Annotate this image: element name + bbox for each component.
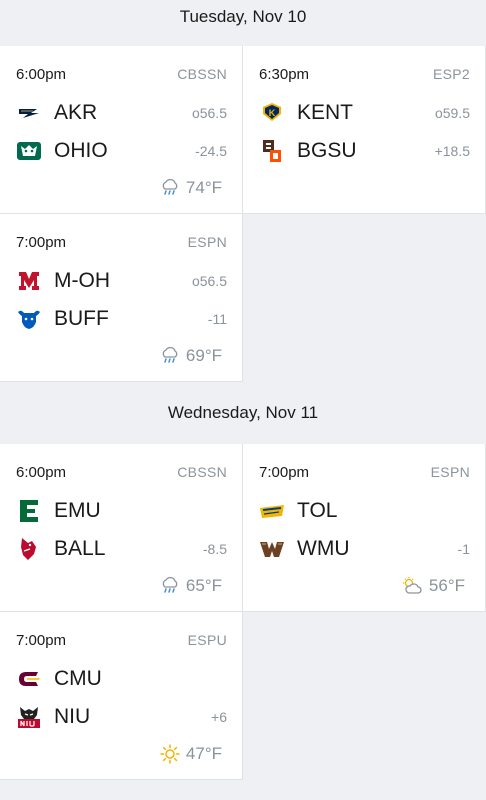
team-abbr: EMU: [54, 499, 101, 522]
kent-logo-icon: K: [259, 100, 285, 126]
svg-text:K: K: [269, 108, 276, 118]
team-abbr: TOL: [297, 499, 338, 522]
day-header-tuesday: Tuesday, Nov 10: [0, 0, 486, 46]
niu-logo-icon: [16, 704, 42, 730]
home-team-row: OHIO -24.5: [16, 137, 227, 165]
away-team-row: CMU: [16, 665, 227, 693]
weather: 74°F: [160, 178, 222, 198]
game-time: 7:00pm: [16, 234, 67, 251]
temperature: 69°F: [185, 346, 222, 365]
away-team-row: M-OH o56.5: [16, 267, 227, 295]
weather: 65°F: [160, 576, 222, 596]
ball-state-logo-icon: [16, 536, 42, 562]
home-team-row: BALL -8.5: [16, 535, 227, 563]
weather: 56°F: [401, 576, 465, 596]
betting-line: -11: [207, 311, 227, 327]
betting-line: o59.5: [434, 105, 470, 121]
weather: 47°F: [160, 744, 222, 764]
game-card[interactable]: 6:00pm CBSSN AKR o56.5 OHIO -24.5 74°F: [0, 46, 243, 214]
game-card[interactable]: 7:00pm ESPN TOL WMU -1 56°F: [243, 444, 486, 612]
game-time: 6:00pm: [16, 464, 67, 481]
rain-icon: [160, 577, 180, 595]
home-team-row: BUFF -11: [16, 305, 227, 333]
partly-cloudy-icon: [401, 576, 423, 596]
home-team-row: NIU +6: [16, 703, 227, 731]
games-grid-wednesday: 6:00pm CBSSN EMU BALL -8.5 65°F 7:00pm E…: [0, 444, 486, 780]
betting-line: o56.5: [191, 105, 227, 121]
buffalo-logo-icon: [16, 306, 42, 332]
betting-line: -8.5: [202, 541, 227, 557]
rain-icon: [160, 347, 180, 365]
tv-network: CBSSN: [177, 66, 227, 82]
ohio-logo-icon: [16, 138, 42, 164]
away-team-row: TOL: [259, 497, 470, 525]
away-team-row: EMU: [16, 497, 227, 525]
empty-slot: [243, 214, 486, 382]
team-abbr: CMU: [54, 667, 102, 690]
team-abbr: WMU: [297, 537, 350, 560]
team-abbr: M-OH: [54, 269, 110, 292]
betting-line: +18.5: [434, 143, 470, 159]
team-abbr: BALL: [54, 537, 106, 560]
betting-line: -1: [457, 541, 470, 557]
game-card[interactable]: 6:30pm ESP2 K KENT o59.5 BGSU +18.5: [243, 46, 486, 214]
game-time: 6:00pm: [16, 66, 67, 83]
cmu-logo-icon: [16, 666, 42, 692]
away-team-row: K KENT o59.5: [259, 99, 470, 127]
empty-slot: [243, 612, 486, 780]
day-header-wednesday: Wednesday, Nov 11: [0, 382, 486, 444]
weather: 69°F: [160, 346, 222, 366]
bgsu-logo-icon: [259, 138, 285, 164]
game-card[interactable]: 7:00pm ESPN M-OH o56.5 BUFF -11 69°F: [0, 214, 243, 382]
toledo-logo-icon: [259, 498, 285, 524]
game-card[interactable]: 7:00pm ESPU CMU NIU +6 47°F: [0, 612, 243, 780]
team-abbr: AKR: [54, 101, 98, 124]
temperature: 65°F: [185, 576, 222, 595]
betting-line: o56.5: [191, 273, 227, 289]
miami-ohio-logo-icon: [16, 268, 42, 294]
home-team-row: WMU -1: [259, 535, 470, 563]
betting-line: +6: [211, 709, 227, 725]
emu-logo-icon: [16, 498, 42, 524]
game-time: 7:00pm: [259, 464, 310, 481]
tv-network: ESP2: [433, 66, 470, 82]
sun-icon: [160, 744, 180, 764]
tv-network: ESPU: [187, 632, 227, 648]
tv-network: ESPN: [187, 234, 227, 250]
team-abbr: BGSU: [297, 139, 357, 162]
game-time: 7:00pm: [16, 632, 67, 649]
home-team-row: BGSU +18.5: [259, 137, 470, 165]
tv-network: ESPN: [430, 464, 470, 480]
team-abbr: KENT: [297, 101, 354, 124]
team-abbr: NIU: [54, 705, 91, 728]
akron-logo-icon: [16, 100, 42, 126]
games-grid-tuesday: 6:00pm CBSSN AKR o56.5 OHIO -24.5 74°F 6…: [0, 46, 486, 382]
temperature: 56°F: [428, 576, 465, 595]
game-card[interactable]: 6:00pm CBSSN EMU BALL -8.5 65°F: [0, 444, 243, 612]
team-abbr: BUFF: [54, 307, 109, 330]
team-abbr: OHIO: [54, 139, 108, 162]
game-time: 6:30pm: [259, 66, 310, 83]
rain-icon: [160, 179, 180, 197]
away-team-row: AKR o56.5: [16, 99, 227, 127]
wmu-logo-icon: [259, 536, 285, 562]
betting-line: -24.5: [195, 143, 227, 159]
tv-network: CBSSN: [177, 464, 227, 480]
temperature: 74°F: [185, 178, 222, 197]
temperature: 47°F: [185, 744, 222, 763]
